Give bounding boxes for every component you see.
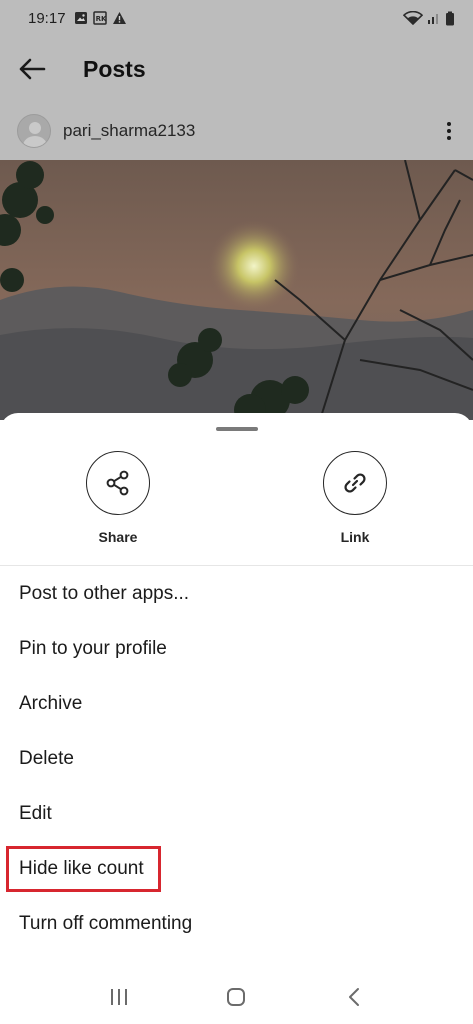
menu-item-delete[interactable]: Delete [0,731,473,786]
username[interactable]: pari_sharma2133 [63,121,195,141]
more-vertical-icon [447,122,451,126]
system-icons [403,11,455,26]
home-button[interactable] [206,970,266,1024]
share-action[interactable]: Share [58,451,178,545]
post-author-row: pari_sharma2133 [0,102,473,160]
share-icon [106,470,129,496]
gallery-icon [74,12,87,24]
status-bar: 19:17 RK [0,0,473,36]
system-nav-bar [0,970,473,1024]
wifi-icon [403,11,423,25]
options-menu: Post to other apps... Pin to your profil… [0,566,473,951]
back-nav-button[interactable] [324,970,384,1024]
link-action[interactable]: Link [295,451,415,545]
menu-item-turn-off-commenting[interactable]: Turn off commenting [0,896,473,951]
arrow-left-icon [19,58,46,80]
post-image [0,160,473,420]
menu-item-post-to-other-apps[interactable]: Post to other apps... [0,566,473,621]
more-options-button[interactable] [439,118,459,144]
link-icon [344,473,366,493]
avatar[interactable] [17,114,51,148]
menu-item-archive[interactable]: Archive [0,676,473,731]
back-button[interactable] [0,36,64,102]
recent-apps-button[interactable] [89,970,149,1024]
menu-item-hide-like-count[interactable]: Hide like count [0,841,473,896]
share-button[interactable] [86,451,150,515]
svg-text:RK: RK [95,15,106,23]
share-label: Share [98,529,138,545]
link-label: Link [340,529,370,545]
recent-apps-icon [110,989,127,1005]
menu-item-pin-to-profile[interactable]: Pin to your profile [0,621,473,676]
link-button[interactable] [323,451,387,515]
signal-icon [428,14,438,24]
warning-icon [112,12,126,24]
status-time: 19:17 [28,9,66,27]
home-icon [227,988,246,1006]
news-icon: RK [92,11,107,25]
options-bottom-sheet: Share Link Post to other apps... Pin to … [0,413,473,1024]
battery-icon [446,11,454,25]
back-nav-icon [349,988,360,1006]
page-title: Posts [83,55,146,82]
notification-icons: RK [74,11,127,25]
app-header: Posts [0,36,473,102]
menu-item-edit[interactable]: Edit [0,786,473,841]
drag-handle[interactable] [216,427,258,431]
